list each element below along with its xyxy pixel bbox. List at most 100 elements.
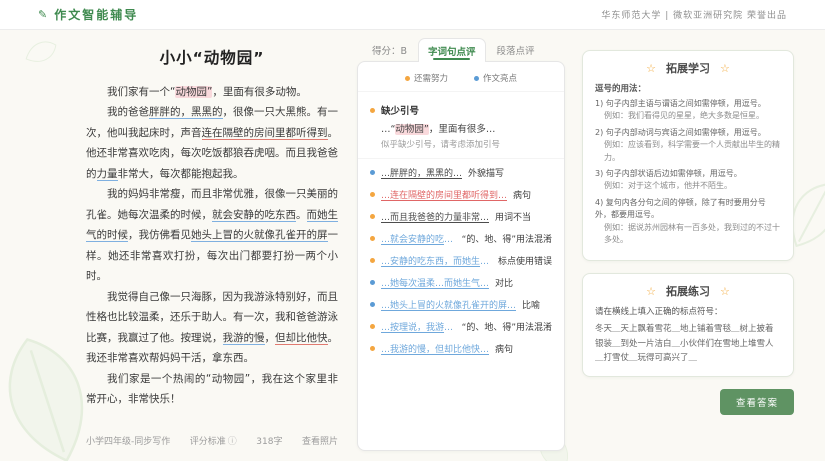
essay-paragraph: 我觉得自己像一只海豚，因为我游泳特别好，而且性格也比较温柔，还乐于助人。有一次，… bbox=[86, 287, 338, 369]
marked-text: 力量 bbox=[97, 168, 118, 181]
review-tag: 对比 bbox=[495, 276, 513, 289]
leaf-decoration bbox=[18, 29, 65, 75]
essay-body: 我们家有一个“动物园”，里面有很多动物。我的爸爸胖胖的，黑黑的，很像一只大黑熊。… bbox=[86, 82, 338, 410]
rule-example: 例如：我们看得见的星星，绝大多数是恒星。 bbox=[595, 110, 781, 122]
item-dot bbox=[370, 324, 375, 329]
credits: 华东师范大学 | 微软亚洲研究院 荣誉出品 bbox=[601, 8, 787, 21]
extend-study-title: ☆ 拓展学习 ☆ bbox=[595, 60, 781, 76]
rule-text: 2) 句子内部动词与宾语之间如需停顿，用逗号。 bbox=[595, 128, 766, 137]
review-tag: 用词不当 bbox=[495, 210, 531, 223]
right-column: ☆ 拓展学习 ☆ 逗号的用法： 1) 句子内部主语与谓语之间如需停顿，用逗号。例… bbox=[582, 50, 794, 415]
rule-example: 例如：应该看到，科学需要一个人贡献出毕生的精力。 bbox=[595, 139, 781, 164]
item-dot bbox=[370, 170, 375, 175]
review-quote: …我游的慢，但却比他快… bbox=[381, 342, 489, 355]
marked-text: 就会安静的吃东西 bbox=[212, 209, 296, 222]
essay-paragraph: 我们家是一个热闹的“动物园”，我在这个家里非常开心，非常快乐！ bbox=[86, 369, 338, 410]
info-icon: ⓘ bbox=[228, 437, 237, 447]
review-tag: 病句 bbox=[495, 342, 513, 355]
marked-text: 我游的慢 bbox=[223, 332, 265, 345]
rule-example: 例如：据说苏州园林有一百多处，我到过的不过十多处。 bbox=[595, 222, 781, 247]
legend-dot bbox=[405, 76, 410, 81]
legend-highlights[interactable]: 作文亮点 bbox=[474, 72, 517, 84]
review-quote: …她每次温柔…而她生气… bbox=[381, 276, 489, 289]
study-subtitle: 逗号的用法： bbox=[595, 82, 781, 94]
review-item[interactable]: …连在隔壁的房间里都听得到… 病句 bbox=[358, 181, 564, 203]
review-quote: …按理说，我游的慢… bbox=[381, 320, 456, 333]
review-item[interactable]: …按理说，我游的慢… “的、地、得”用法混淆 bbox=[358, 313, 564, 335]
view-photo-link[interactable]: 查看照片 bbox=[302, 434, 338, 447]
marked-text: 但却比他快 bbox=[275, 332, 328, 345]
practice-instruction: 请在横线上填入正确的标点符号： bbox=[595, 305, 781, 317]
comma-rule: 2) 句子内部动词与宾语之间如需停顿，用逗号。例如：应该看到，科学需要一个人贡献… bbox=[595, 127, 781, 164]
practice-exercise: 冬天＿天上飘着雪花＿地上铺着雪毯＿树上披着银装＿到处一片洁白＿小伙伴们在雪地上堆… bbox=[595, 322, 781, 365]
review-item[interactable]: …而且我爸爸的力量非常… 用词不当 bbox=[358, 203, 564, 225]
rubric-link[interactable]: 评分标准ⓘ bbox=[190, 434, 237, 447]
review-quote: …就会安静的吃东西… bbox=[381, 232, 456, 245]
rule-text: 3) 句子内部状语后边如需停顿，用逗号。 bbox=[595, 169, 742, 178]
comma-rule: 1) 句子内部主语与谓语之间如需停顿，用逗号。例如：我们看得见的星星，绝大多数是… bbox=[595, 98, 781, 123]
grade-label: 小学四年级-同步写作 bbox=[86, 434, 170, 447]
item-dot bbox=[370, 258, 375, 263]
pencil-icon: ✎ bbox=[38, 8, 49, 21]
star-icon: ☆ bbox=[646, 285, 656, 298]
rule-text: 4) 复句内各分句之间的停顿，除了有时要用分号外，都要用逗号。 bbox=[595, 198, 766, 219]
marked-text: 动物园” bbox=[175, 86, 212, 98]
essay-paragraph: 我们家有一个“动物园”，里面有很多动物。 bbox=[86, 82, 338, 102]
app-window: ✎ 作文智能辅导 华东师范大学 | 微软亚洲研究院 荣誉出品 小小“动物园” 我… bbox=[0, 0, 825, 461]
review-quote: …而且我爸爸的力量非常… bbox=[381, 210, 489, 223]
item-dot bbox=[370, 236, 375, 241]
review-quote: …“动物园”，里面有很多… bbox=[358, 117, 564, 135]
star-icon: ☆ bbox=[720, 285, 730, 298]
review-card: 还需努力 作文亮点 缺少引号…“动物园”，里面有很多…似乎缺少引号，请考虑添加引号… bbox=[357, 61, 565, 451]
marked-text: 胖胖的，黑黑的 bbox=[149, 106, 223, 119]
comma-rule: 3) 句子内部状语后边如需停顿，用逗号。例如：对于这个城市，他并不陌生。 bbox=[595, 168, 781, 193]
review-item-expanded[interactable]: 缺少引号…“动物园”，里面有很多…似乎缺少引号，请考虑添加引号 bbox=[358, 95, 564, 159]
highlighted-text: 动物园” bbox=[395, 124, 428, 135]
review-item[interactable]: …我游的慢，但却比他快… 病句 bbox=[358, 335, 564, 357]
review-item[interactable]: …胖胖的，黑黑的… 外貌描写 bbox=[358, 159, 564, 181]
review-tag: 比喻 bbox=[522, 298, 540, 311]
essay-paragraph: 我的妈妈非常瘦，而且非常优雅，很像一只美丽的孔雀。她每次温柔的时候，就会安静的吃… bbox=[86, 184, 338, 286]
rule-example: 例如：对于这个城市，他并不陌生。 bbox=[595, 180, 781, 192]
review-legend: 还需努力 作文亮点 bbox=[358, 69, 564, 92]
item-dot bbox=[370, 108, 375, 113]
view-answer-button[interactable]: 查看答案 bbox=[720, 389, 794, 415]
star-icon: ☆ bbox=[646, 62, 656, 75]
review-tag: 外貌描写 bbox=[468, 166, 504, 179]
star-icon: ☆ bbox=[720, 62, 730, 75]
extend-study-card: ☆ 拓展学习 ☆ 逗号的用法： 1) 句子内部主语与谓语之间如需停顿，用逗号。例… bbox=[582, 50, 794, 261]
legend-dot bbox=[474, 76, 479, 81]
comma-rule: 4) 复句内各分句之间的停顿，除了有时要用分号外，都要用逗号。例如：据说苏州园林… bbox=[595, 197, 781, 247]
essay-paragraph: 我的爸爸胖胖的，黑黑的，很像一只大黑熊。有一次，他叫我起床时，声音连在隔壁的房间… bbox=[86, 102, 338, 184]
tab-paragraph-review[interactable]: 段落点评 bbox=[488, 38, 544, 61]
tab-score[interactable]: 得分：B bbox=[363, 38, 416, 61]
item-dot bbox=[370, 192, 375, 197]
legend-needs-work[interactable]: 还需努力 bbox=[405, 72, 448, 84]
review-tag: 标点使用错误 bbox=[498, 254, 552, 267]
review-item[interactable]: …她头上冒的火就像孔雀开的屏… 比喻 bbox=[358, 291, 564, 313]
marked-text: 她头上冒的火就像孔雀开的屏 bbox=[191, 229, 328, 242]
review-tag: 缺少引号 bbox=[381, 103, 419, 117]
review-item[interactable]: …安静的吃东西，而她生气…标点使用错误 bbox=[358, 247, 564, 269]
review-tag: 病句 bbox=[513, 188, 531, 201]
essay-meta: 小学四年级-同步写作 评分标准ⓘ 318字 查看照片 bbox=[86, 434, 338, 447]
item-dot bbox=[370, 280, 375, 285]
item-dot bbox=[370, 346, 375, 351]
review-tabs: 得分：B字词句点评段落点评 bbox=[357, 36, 565, 61]
essay-title: 小小“动物园” bbox=[86, 46, 338, 68]
tab-word-review[interactable]: 字词句点评 bbox=[418, 38, 486, 62]
legend-label: 还需努力 bbox=[414, 72, 448, 84]
review-tag: “的、地、得”用法混淆 bbox=[462, 232, 552, 245]
review-panel: 得分：B字词句点评段落点评 还需努力 作文亮点 缺少引号…“动物园”，里面有很多…… bbox=[357, 36, 565, 451]
review-quote: …胖胖的，黑黑的… bbox=[381, 166, 462, 179]
app-title: ✎ 作文智能辅导 bbox=[38, 6, 138, 23]
review-quote: …她头上冒的火就像孔雀开的屏… bbox=[381, 298, 516, 311]
word-count: 318字 bbox=[256, 434, 282, 447]
legend-label: 作文亮点 bbox=[483, 72, 517, 84]
review-quote: …连在隔壁的房间里都听得到… bbox=[381, 188, 507, 201]
review-tag: “的、地、得”用法混淆 bbox=[462, 320, 552, 333]
review-item[interactable]: …就会安静的吃东西… “的、地、得”用法混淆 bbox=[358, 225, 564, 247]
review-item[interactable]: …她每次温柔…而她生气… 对比 bbox=[358, 269, 564, 291]
item-dot bbox=[370, 214, 375, 219]
review-suggestion: 似乎缺少引号，请考虑添加引号 bbox=[358, 135, 564, 152]
